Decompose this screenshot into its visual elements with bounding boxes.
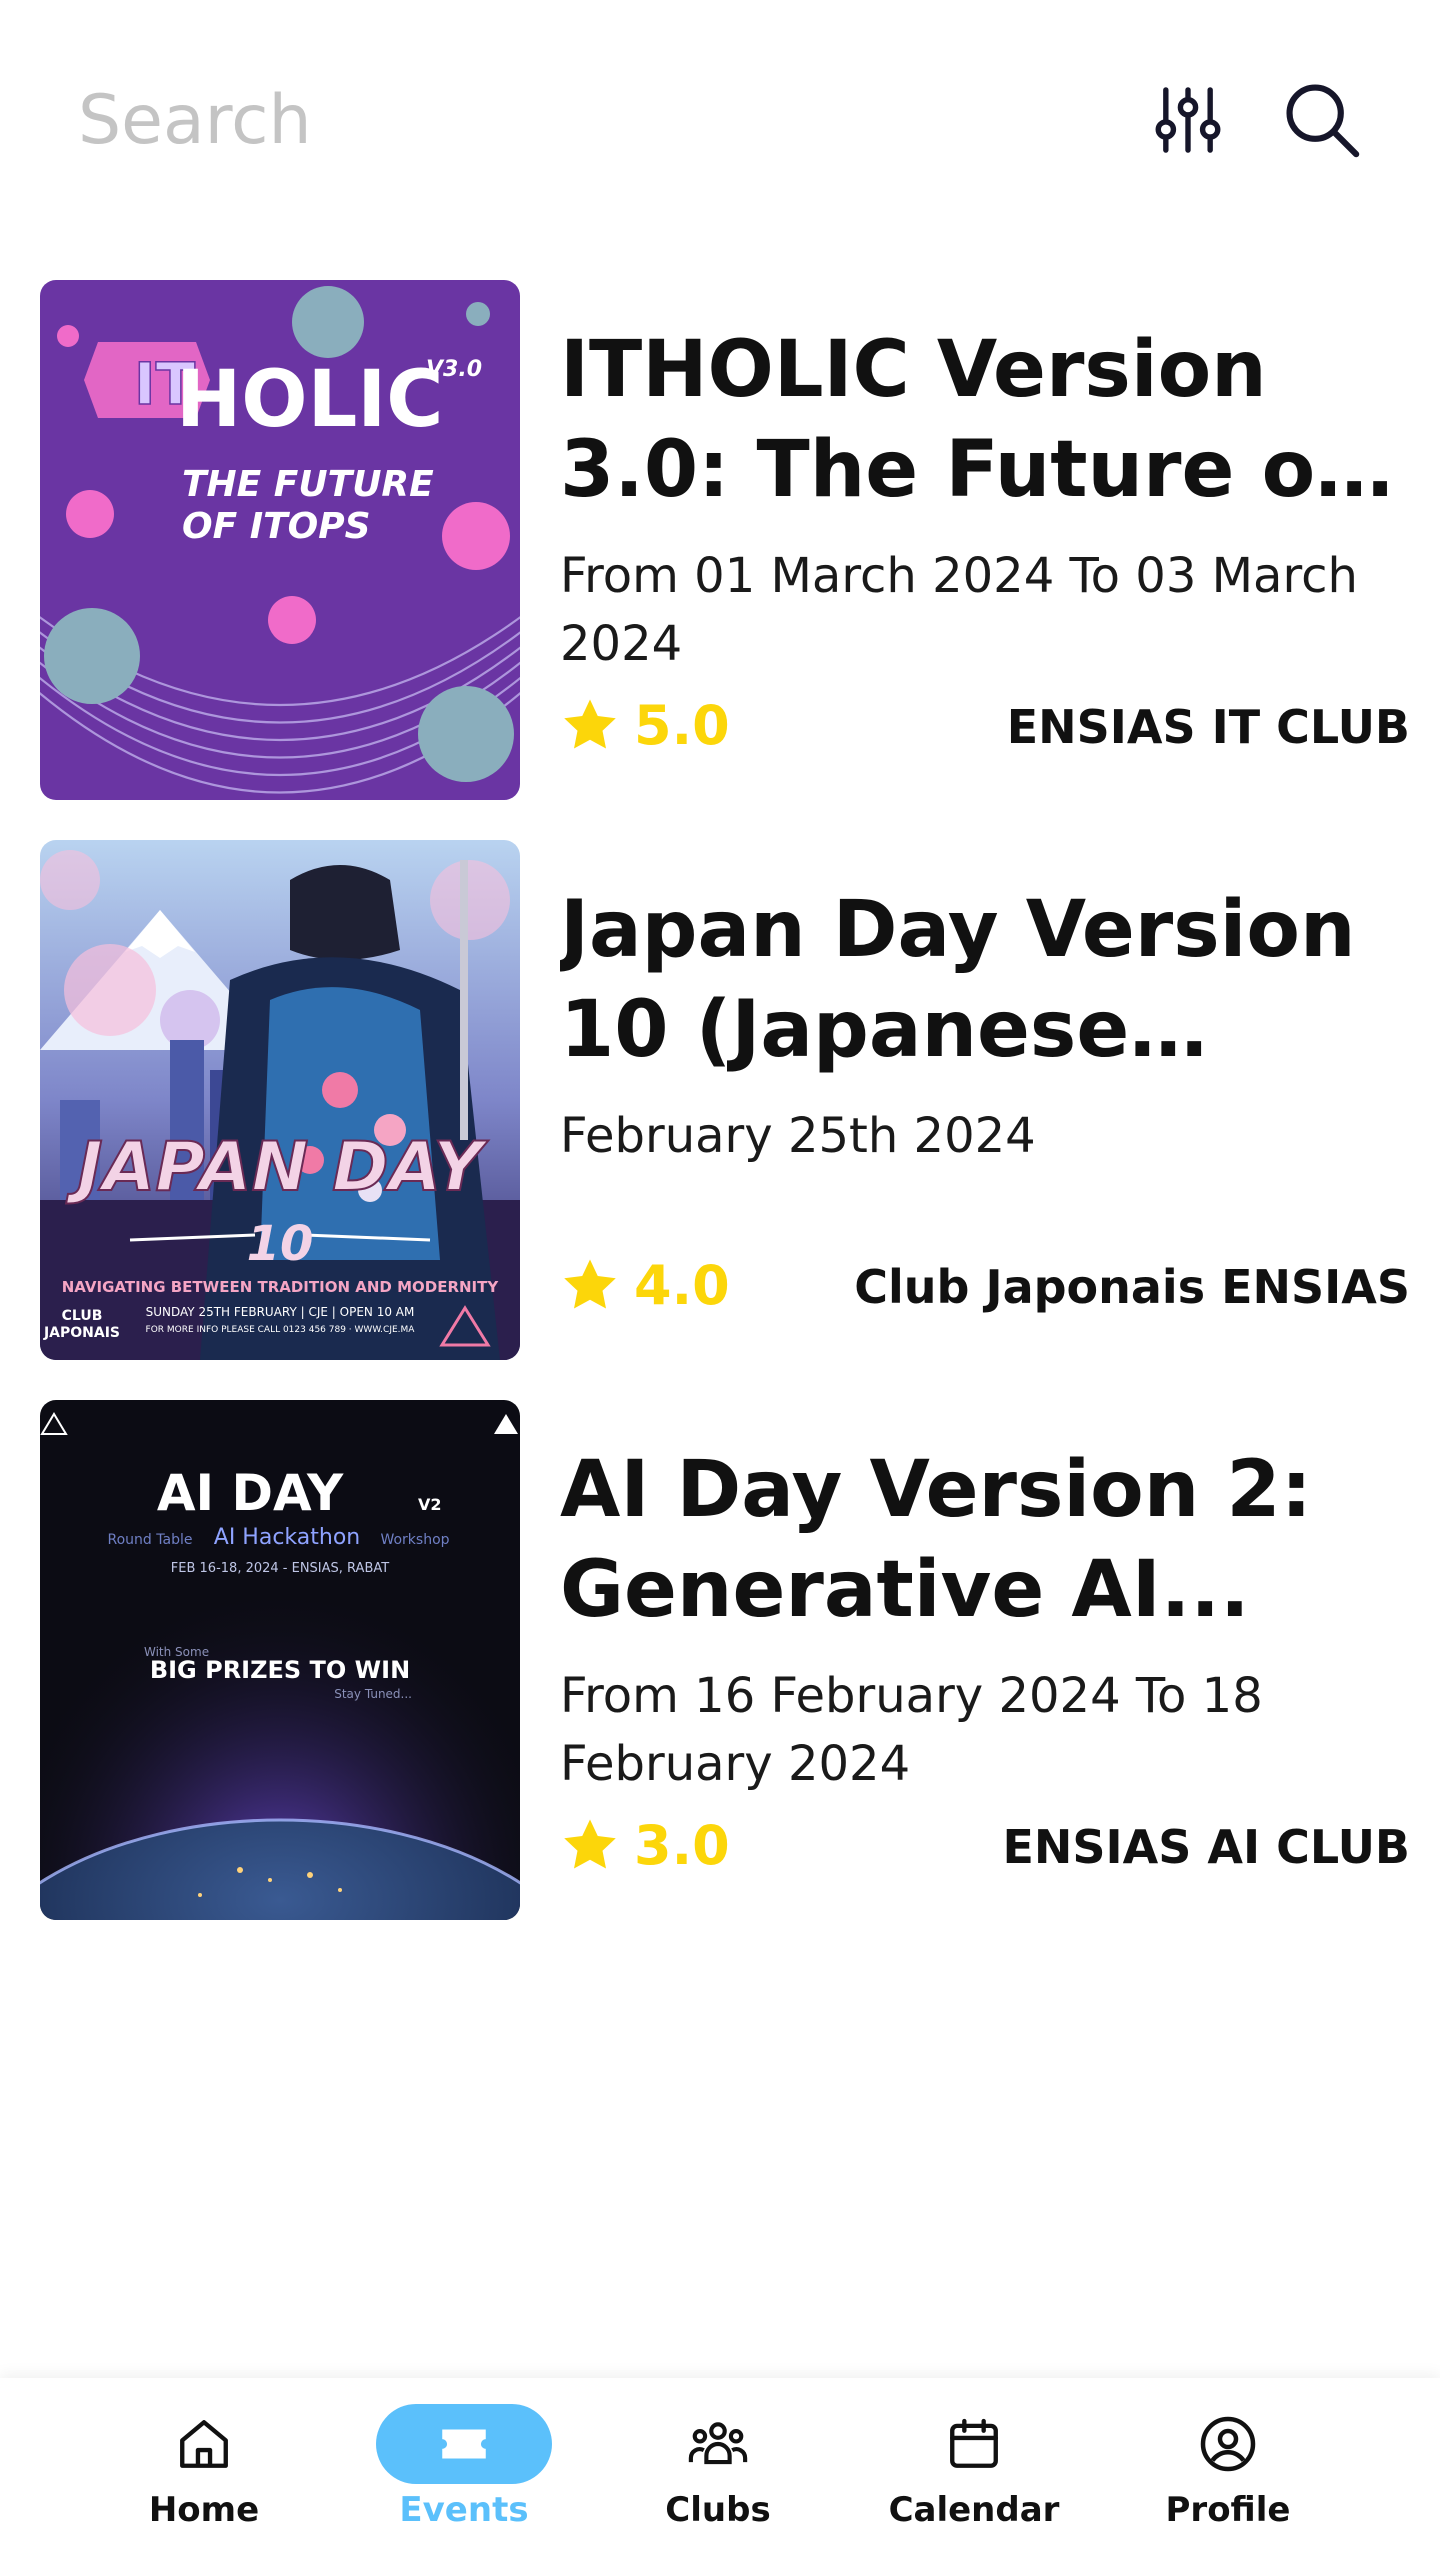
user-circle-icon bbox=[1200, 2416, 1256, 2472]
event-rating: 4.0 bbox=[560, 1250, 730, 1320]
search-header bbox=[0, 0, 1440, 240]
event-rating: 3.0 bbox=[560, 1810, 730, 1880]
poster-contact: FOR MORE INFO PLEASE CALL 0123 456 789 ·… bbox=[146, 1325, 416, 1335]
search-icon bbox=[1286, 84, 1360, 158]
event-poster: JAPAN DAY 10 NAVIGATING BETWEEN TRADITIO… bbox=[40, 840, 520, 1360]
event-date: From 01 March 2024 To 03 March 2024 bbox=[560, 548, 1358, 672]
sliders-icon bbox=[1155, 87, 1221, 153]
nav-item-clubs[interactable]: Clubs bbox=[608, 2378, 828, 2560]
nav-icon-wrap bbox=[376, 2404, 552, 2484]
event-title: Japan Day Version 10 (Japanese Art:... bbox=[560, 885, 1356, 1075]
club-name[interactable]: ENSIAS AI CLUB bbox=[1003, 1812, 1411, 1882]
events-screen: IT HOLIC V3.0 THE FUTURE OF ITOPS ITHOLI… bbox=[0, 0, 1440, 2560]
rating-value: 5.0 bbox=[634, 693, 730, 757]
event-details: AI Day Version 2: Generative AI... From … bbox=[560, 1400, 1410, 1920]
nav-icon-wrap bbox=[1140, 2404, 1316, 2484]
event-title: ITHOLIC Version 3.0: The Future of ITOps bbox=[560, 325, 1350, 515]
poster-version: V2 bbox=[418, 1495, 442, 1514]
club-name[interactable]: Club Japonais ENSIAS bbox=[854, 1252, 1410, 1322]
home-icon bbox=[180, 2420, 228, 2468]
poster-left: Round Table bbox=[108, 1532, 193, 1548]
event-details: ITHOLIC Version 3.0: The Future of ITOps… bbox=[560, 280, 1410, 800]
poster-info: SUNDAY 25TH FEBRUARY | CJE | OPEN 10 AM bbox=[146, 1305, 415, 1319]
event-card[interactable]: IT HOLIC V3.0 THE FUTURE OF ITOPS ITHOLI… bbox=[40, 280, 1410, 800]
poster-tagline: OF ITOPS bbox=[182, 506, 371, 547]
nav-item-events[interactable]: Events bbox=[354, 2378, 574, 2560]
nav-icon-wrap bbox=[116, 2404, 292, 2484]
event-card[interactable]: AI DAY V2 Round Table AI Hackathon Works… bbox=[40, 1400, 1410, 1920]
event-date: From 16 February 2024 To 18 February 202… bbox=[560, 1668, 1263, 1792]
star-icon bbox=[564, 699, 616, 749]
poster-tagline: THE FUTURE bbox=[182, 464, 434, 505]
poster-dates: FEB 16-18, 2024 - ENSIAS, RABAT bbox=[171, 1561, 389, 1576]
ticket-icon bbox=[442, 2429, 486, 2459]
event-date: February 25th 2024 bbox=[560, 1108, 1036, 1164]
event-card[interactable]: JAPAN DAY 10 NAVIGATING BETWEEN TRADITIO… bbox=[40, 840, 1410, 1360]
poster-right: Workshop bbox=[380, 1532, 449, 1548]
poster-headline: JAPAN DAY bbox=[65, 1128, 489, 1207]
poster-version: V3.0 bbox=[426, 357, 482, 382]
poster-center: AI Hackathon bbox=[214, 1525, 360, 1550]
poster-club: CLUB bbox=[62, 1308, 103, 1324]
star-icon bbox=[564, 1259, 616, 1309]
nav-item-calendar[interactable]: Calendar bbox=[864, 2378, 1084, 2560]
calendar-icon bbox=[950, 2418, 998, 2468]
poster-number: 10 bbox=[247, 1216, 314, 1272]
poster-headline: AI DAY bbox=[157, 1464, 344, 1522]
nav-icon-wrap bbox=[886, 2404, 1062, 2484]
event-rating: 5.0 bbox=[560, 690, 730, 760]
nav-label: Home bbox=[148, 2490, 260, 2530]
poster-subtitle: NAVIGATING BETWEEN TRADITION AND MODERNI… bbox=[62, 1278, 500, 1296]
bottom-navigation: Home Events Clubs Calendar Profile bbox=[0, 2378, 1440, 2560]
club-name[interactable]: ENSIAS IT CLUB bbox=[1007, 692, 1410, 762]
nav-item-home[interactable]: Home bbox=[94, 2378, 314, 2560]
event-poster: IT HOLIC V3.0 THE FUTURE OF ITOPS bbox=[40, 280, 520, 800]
event-title: AI Day Version 2: Generative AI... bbox=[560, 1445, 1312, 1635]
poster-brand: HOLIC bbox=[176, 355, 444, 445]
event-details: Japan Day Version 10 (Japanese Art:... F… bbox=[560, 840, 1410, 1360]
filter-button[interactable] bbox=[1138, 70, 1238, 170]
event-poster: AI DAY V2 Round Table AI Hackathon Works… bbox=[40, 1400, 520, 1920]
nav-label: Calendar bbox=[888, 2490, 1060, 2530]
rating-value: 4.0 bbox=[634, 1253, 730, 1317]
rating-value: 3.0 bbox=[634, 1813, 730, 1877]
poster-tuned: Stay Tuned... bbox=[334, 1687, 412, 1701]
star-icon bbox=[564, 1819, 616, 1869]
poster-club: JAPONAIS bbox=[43, 1325, 120, 1341]
nav-label: Profile bbox=[1165, 2490, 1291, 2530]
search-input[interactable] bbox=[78, 70, 978, 170]
nav-item-profile[interactable]: Profile bbox=[1118, 2378, 1338, 2560]
nav-label: Clubs bbox=[665, 2490, 771, 2530]
nav-label: Events bbox=[399, 2490, 529, 2530]
search-button[interactable] bbox=[1272, 70, 1372, 170]
group-icon bbox=[688, 2422, 748, 2465]
nav-icon-wrap bbox=[630, 2404, 806, 2484]
poster-prizes: BIG PRIZES TO WIN bbox=[150, 1656, 410, 1684]
